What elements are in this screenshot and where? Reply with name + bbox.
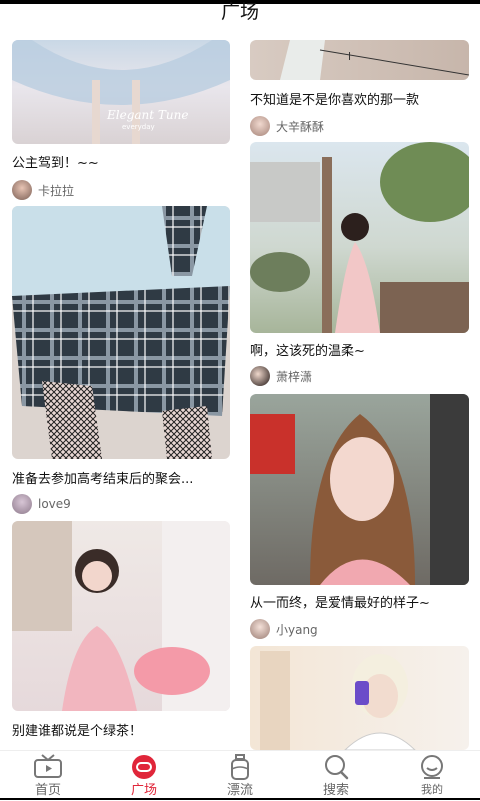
tab-label: 搜索 (322, 783, 349, 798)
page-title: 广场 (220, 1, 259, 23)
dress-illustration (12, 40, 230, 144)
avatar (250, 619, 270, 639)
post-title[interactable]: 啊，这该死的温柔~ (250, 340, 469, 359)
post-card[interactable]: 从一而终，是爱情最好的样子~ 小yang (240, 394, 480, 644)
author-name: 卡拉拉 (38, 183, 75, 198)
car-portrait-illustration (250, 394, 469, 585)
avatar (12, 180, 32, 200)
bottle-icon (231, 754, 249, 780)
search-icon (325, 755, 349, 780)
smile-icon (421, 755, 443, 779)
author-name: 萧梓潇 (276, 369, 313, 384)
author-name: 小yang (276, 622, 318, 637)
photo-illustration: l (280, 40, 469, 80)
feed[interactable]: Elegant Tune everyday 公主驾到！~~ 卡拉拉 准备去参加高… (0, 28, 480, 750)
post-image[interactable] (250, 394, 469, 585)
post-title[interactable]: 公主驾到！~~ (12, 152, 230, 171)
post-author[interactable]: 大辛酥酥 (250, 116, 324, 136)
tab-drift[interactable]: 漂流 (192, 751, 288, 801)
skirt-illustration (12, 206, 230, 459)
avatar (250, 116, 270, 136)
image-caption-script: Elegant Tune (107, 108, 189, 122)
post-card[interactable]: 准备去参加高考结束后的聚会... love9 (0, 206, 240, 521)
plaza-icon (132, 755, 156, 779)
post-card[interactable]: 啊，这该死的温柔~ 萧梓潇 (240, 142, 480, 392)
svg-text:l: l (348, 50, 351, 63)
tab-home[interactable]: 首页 (0, 751, 96, 801)
photo-illustration (260, 651, 416, 750)
avatar (12, 494, 32, 514)
post-author[interactable]: 小yang (250, 619, 318, 639)
post-card[interactable]: l 不知道是不是你喜欢的那一款 大辛酥酥 (240, 28, 480, 138)
post-image[interactable] (12, 521, 230, 711)
tab-plaza[interactable]: 广场 (96, 751, 192, 801)
image-caption-small: everyday (122, 123, 155, 131)
post-author[interactable]: 萧梓潇 (250, 366, 312, 386)
post-image[interactable]: Elegant Tune everyday (12, 40, 230, 144)
post-image[interactable]: l (250, 40, 469, 80)
post-image[interactable] (250, 142, 469, 333)
bottom-tab-bar: 首页 广场 漂流 搜索 我的 (0, 750, 480, 801)
tv-icon (34, 754, 62, 778)
tab-label: 首页 (34, 783, 61, 798)
post-image[interactable] (12, 206, 230, 459)
tab-search[interactable]: 搜索 (288, 751, 384, 801)
author-name: 大辛酥酥 (276, 119, 325, 134)
post-image[interactable] (250, 646, 469, 750)
author-name: love9 (38, 497, 71, 511)
tab-me[interactable]: 我的 (384, 751, 480, 801)
avatar (250, 366, 270, 386)
tab-label: 漂流 (226, 783, 253, 798)
post-card[interactable]: 别建谁都说是个绿茶！ (0, 521, 240, 750)
post-author[interactable]: love9 (12, 494, 71, 514)
post-author[interactable]: 卡拉拉 (12, 180, 74, 200)
tab-label: 广场 (130, 783, 157, 798)
post-title[interactable]: 别建谁都说是个绿茶！ (12, 720, 230, 739)
garden-illustration (250, 142, 469, 333)
post-title[interactable]: 不知道是不是你喜欢的那一款 (250, 89, 469, 108)
tab-label: 我的 (421, 783, 443, 796)
post-title[interactable]: 从一而终，是爱情最好的样子~ (250, 592, 469, 611)
post-card[interactable] (240, 646, 480, 750)
photo-illustration (12, 521, 230, 711)
post-card[interactable]: Elegant Tune everyday 公主驾到！~~ 卡拉拉 (0, 28, 240, 203)
post-title[interactable]: 准备去参加高考结束后的聚会... (12, 468, 230, 487)
